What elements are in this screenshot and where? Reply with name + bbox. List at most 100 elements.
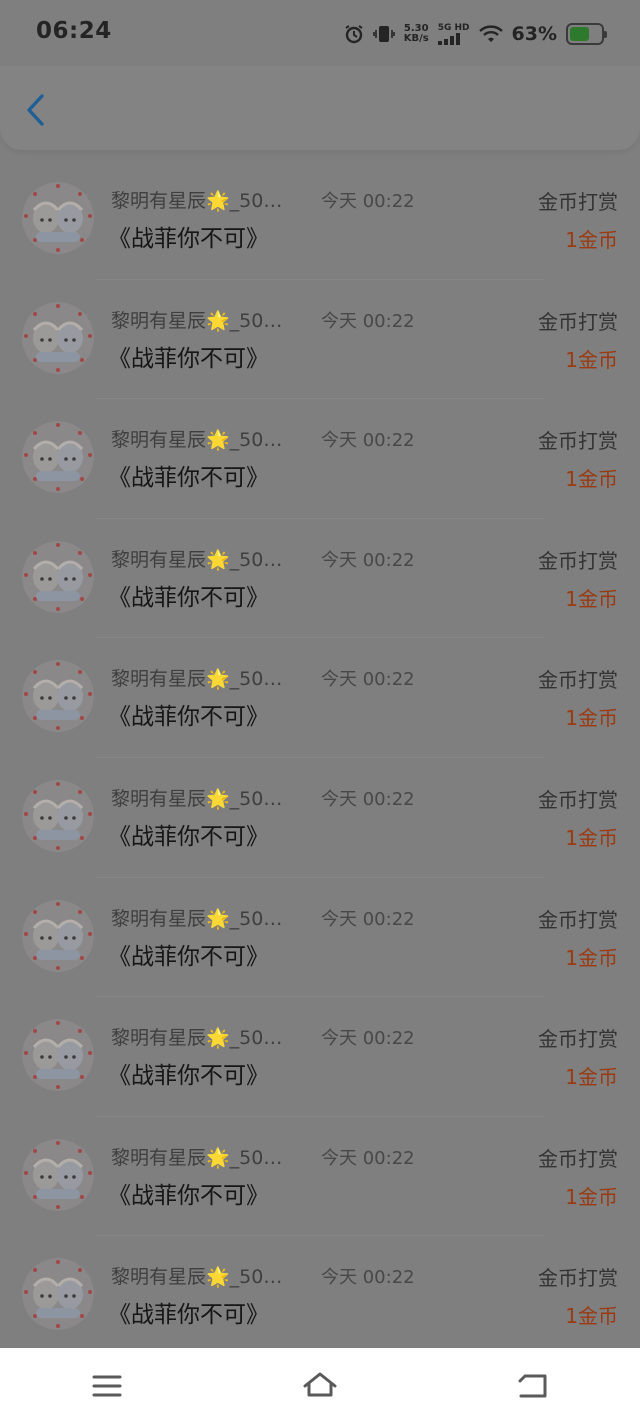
avatar[interactable] [22,421,94,494]
book-title: 《战菲你不可》 [108,345,269,372]
reward-amount: 1金币 [565,1184,618,1209]
battery-percent: 63% [511,23,557,45]
user-name: 黎明有星辰🌟_50… [111,309,283,332]
book-title: 《战菲你不可》 [108,465,269,492]
reward-amount: 1金币 [565,1065,618,1090]
book-title: 《战菲你不可》 [108,1182,269,1209]
avatar[interactable] [22,301,94,374]
book-title: 《战菲你不可》 [108,1302,269,1329]
wifi-icon [478,25,503,43]
reward-row[interactable]: 黎明有星辰🌟_50… 今天 00:22 《战菲你不可》 金币打赏 1金币 [0,280,640,400]
avatar-image [22,182,94,254]
reward-time: 今天 00:22 [321,549,415,571]
reward-row[interactable]: 黎明有星辰🌟_50… 今天 00:22 《战菲你不可》 金币打赏 1金币 [0,878,640,998]
status-icons: 5.30 KB/s 5G HD 63% [344,20,607,48]
reward-amount: 1金币 [565,228,618,252]
user-name: 黎明有星辰🌟_50… [111,190,283,212]
avatar-image [22,301,94,374]
reward-row[interactable]: 黎明有星辰🌟_50… 今天 00:22 《战菲你不可》 金币打赏 1金币 [0,1236,640,1356]
book-title: 《战菲你不可》 [108,1063,269,1090]
reward-type: 金币打赏 [538,668,618,693]
reward-row[interactable]: 黎明有星辰🌟_50… 今天 00:22 《战菲你不可》 金币打赏 1金币 [0,758,640,878]
reward-type: 金币打赏 [538,1146,618,1171]
home-button[interactable] [290,1356,350,1416]
reward-type: 金币打赏 [538,907,618,932]
avatar-image [22,779,94,852]
net-speed: 5.30 KB/s [404,24,429,44]
reward-amount: 1金币 [565,347,618,372]
avatar-image [22,660,94,733]
reward-type: 金币打赏 [538,309,618,334]
avatar-image [22,1019,94,1092]
avatar[interactable] [22,1019,94,1092]
reward-time: 今天 00:22 [321,669,415,691]
reward-row[interactable]: 黎明有星辰🌟_50… 今天 00:22 《战菲你不可》 金币打赏 1金币 [0,638,640,758]
reward-amount: 1金币 [565,1304,618,1329]
reward-list: 黎明有星辰🌟_50… 今天 00:22 《战菲你不可》 金币打赏 1金币 黎明有… [0,160,640,1356]
reward-amount: 1金币 [565,945,618,970]
book-title: 《战菲你不可》 [108,943,269,970]
reward-row[interactable]: 黎明有星辰🌟_50… 今天 00:22 《战菲你不可》 金币打赏 1金币 [0,997,640,1117]
avatar-image [22,1258,94,1331]
signal-icon: 5G HD [437,22,470,45]
home-icon [303,1372,337,1396]
user-name: 黎明有星辰🌟_50… [111,1146,283,1169]
reward-type: 金币打赏 [538,1266,618,1291]
reward-time: 今天 00:22 [321,908,415,930]
user-name: 黎明有星辰🌟_50… [111,429,283,452]
reward-type: 金币打赏 [538,429,618,454]
system-nav-bar [0,1348,640,1423]
avatar-image [22,540,94,613]
menu-icon [92,1375,122,1396]
reward-time: 今天 00:22 [321,1147,415,1169]
reward-type: 金币打赏 [538,548,618,573]
page-header [0,66,640,150]
vibrate-icon [372,24,395,44]
avatar[interactable] [22,1258,94,1331]
network-label: 5G HD [437,22,470,33]
back-icon [518,1374,547,1397]
avatar[interactable] [22,779,94,852]
reward-time: 今天 00:22 [321,788,415,810]
reward-time: 今天 00:22 [321,1028,415,1050]
net-speed-unit: KB/s [403,33,429,44]
nav-back-button[interactable] [503,1356,563,1416]
reward-row[interactable]: 黎明有星辰🌟_50… 今天 00:22 《战菲你不可》 金币打赏 1金币 [0,160,640,280]
menu-button[interactable] [77,1356,137,1416]
app-screen: 06:24 5.30 KB/s 5G HD 63% 黎明有星辰🌟_50… 今天 … [0,0,640,1348]
reward-time: 今天 00:22 [321,1267,415,1289]
user-name: 黎明有星辰🌟_50… [111,548,283,571]
back-button[interactable] [18,90,52,130]
reward-amount: 1金币 [565,467,618,492]
reward-row[interactable]: 黎明有星辰🌟_50… 今天 00:22 《战菲你不可》 金币打赏 1金币 [0,1117,640,1237]
reward-time: 今天 00:22 [321,191,415,212]
avatar[interactable] [22,540,94,613]
book-title: 《战菲你不可》 [108,704,269,731]
reward-type: 金币打赏 [538,787,618,812]
avatar-image [22,899,94,972]
battery-icon [566,23,607,45]
battery-fill [570,27,589,41]
chevron-left-icon [27,94,44,126]
reward-amount: 1金币 [565,586,618,611]
reward-time: 今天 00:22 [321,430,415,452]
reward-type: 金币打赏 [538,190,618,214]
avatar[interactable] [22,660,94,733]
avatar-image [22,421,94,494]
reward-row[interactable]: 黎明有星辰🌟_50… 今天 00:22 《战菲你不可》 金币打赏 1金币 [0,399,640,519]
reward-amount: 1金币 [565,825,618,850]
avatar[interactable] [22,899,94,972]
reward-type: 金币打赏 [538,1027,618,1052]
reward-time: 今天 00:22 [321,310,415,332]
status-time: 06:24 [36,18,112,44]
alarm-icon [344,24,364,44]
user-name: 黎明有星辰🌟_50… [111,1027,283,1050]
book-title: 《战菲你不可》 [108,584,269,611]
reward-row[interactable]: 黎明有星辰🌟_50… 今天 00:22 《战菲你不可》 金币打赏 1金币 [0,519,640,639]
book-title: 《战菲你不可》 [108,823,269,850]
avatar[interactable] [22,1138,94,1211]
user-name: 黎明有星辰🌟_50… [111,1266,283,1289]
reward-amount: 1金币 [565,706,618,731]
avatar[interactable] [22,182,94,254]
book-title: 《战菲你不可》 [108,226,269,252]
